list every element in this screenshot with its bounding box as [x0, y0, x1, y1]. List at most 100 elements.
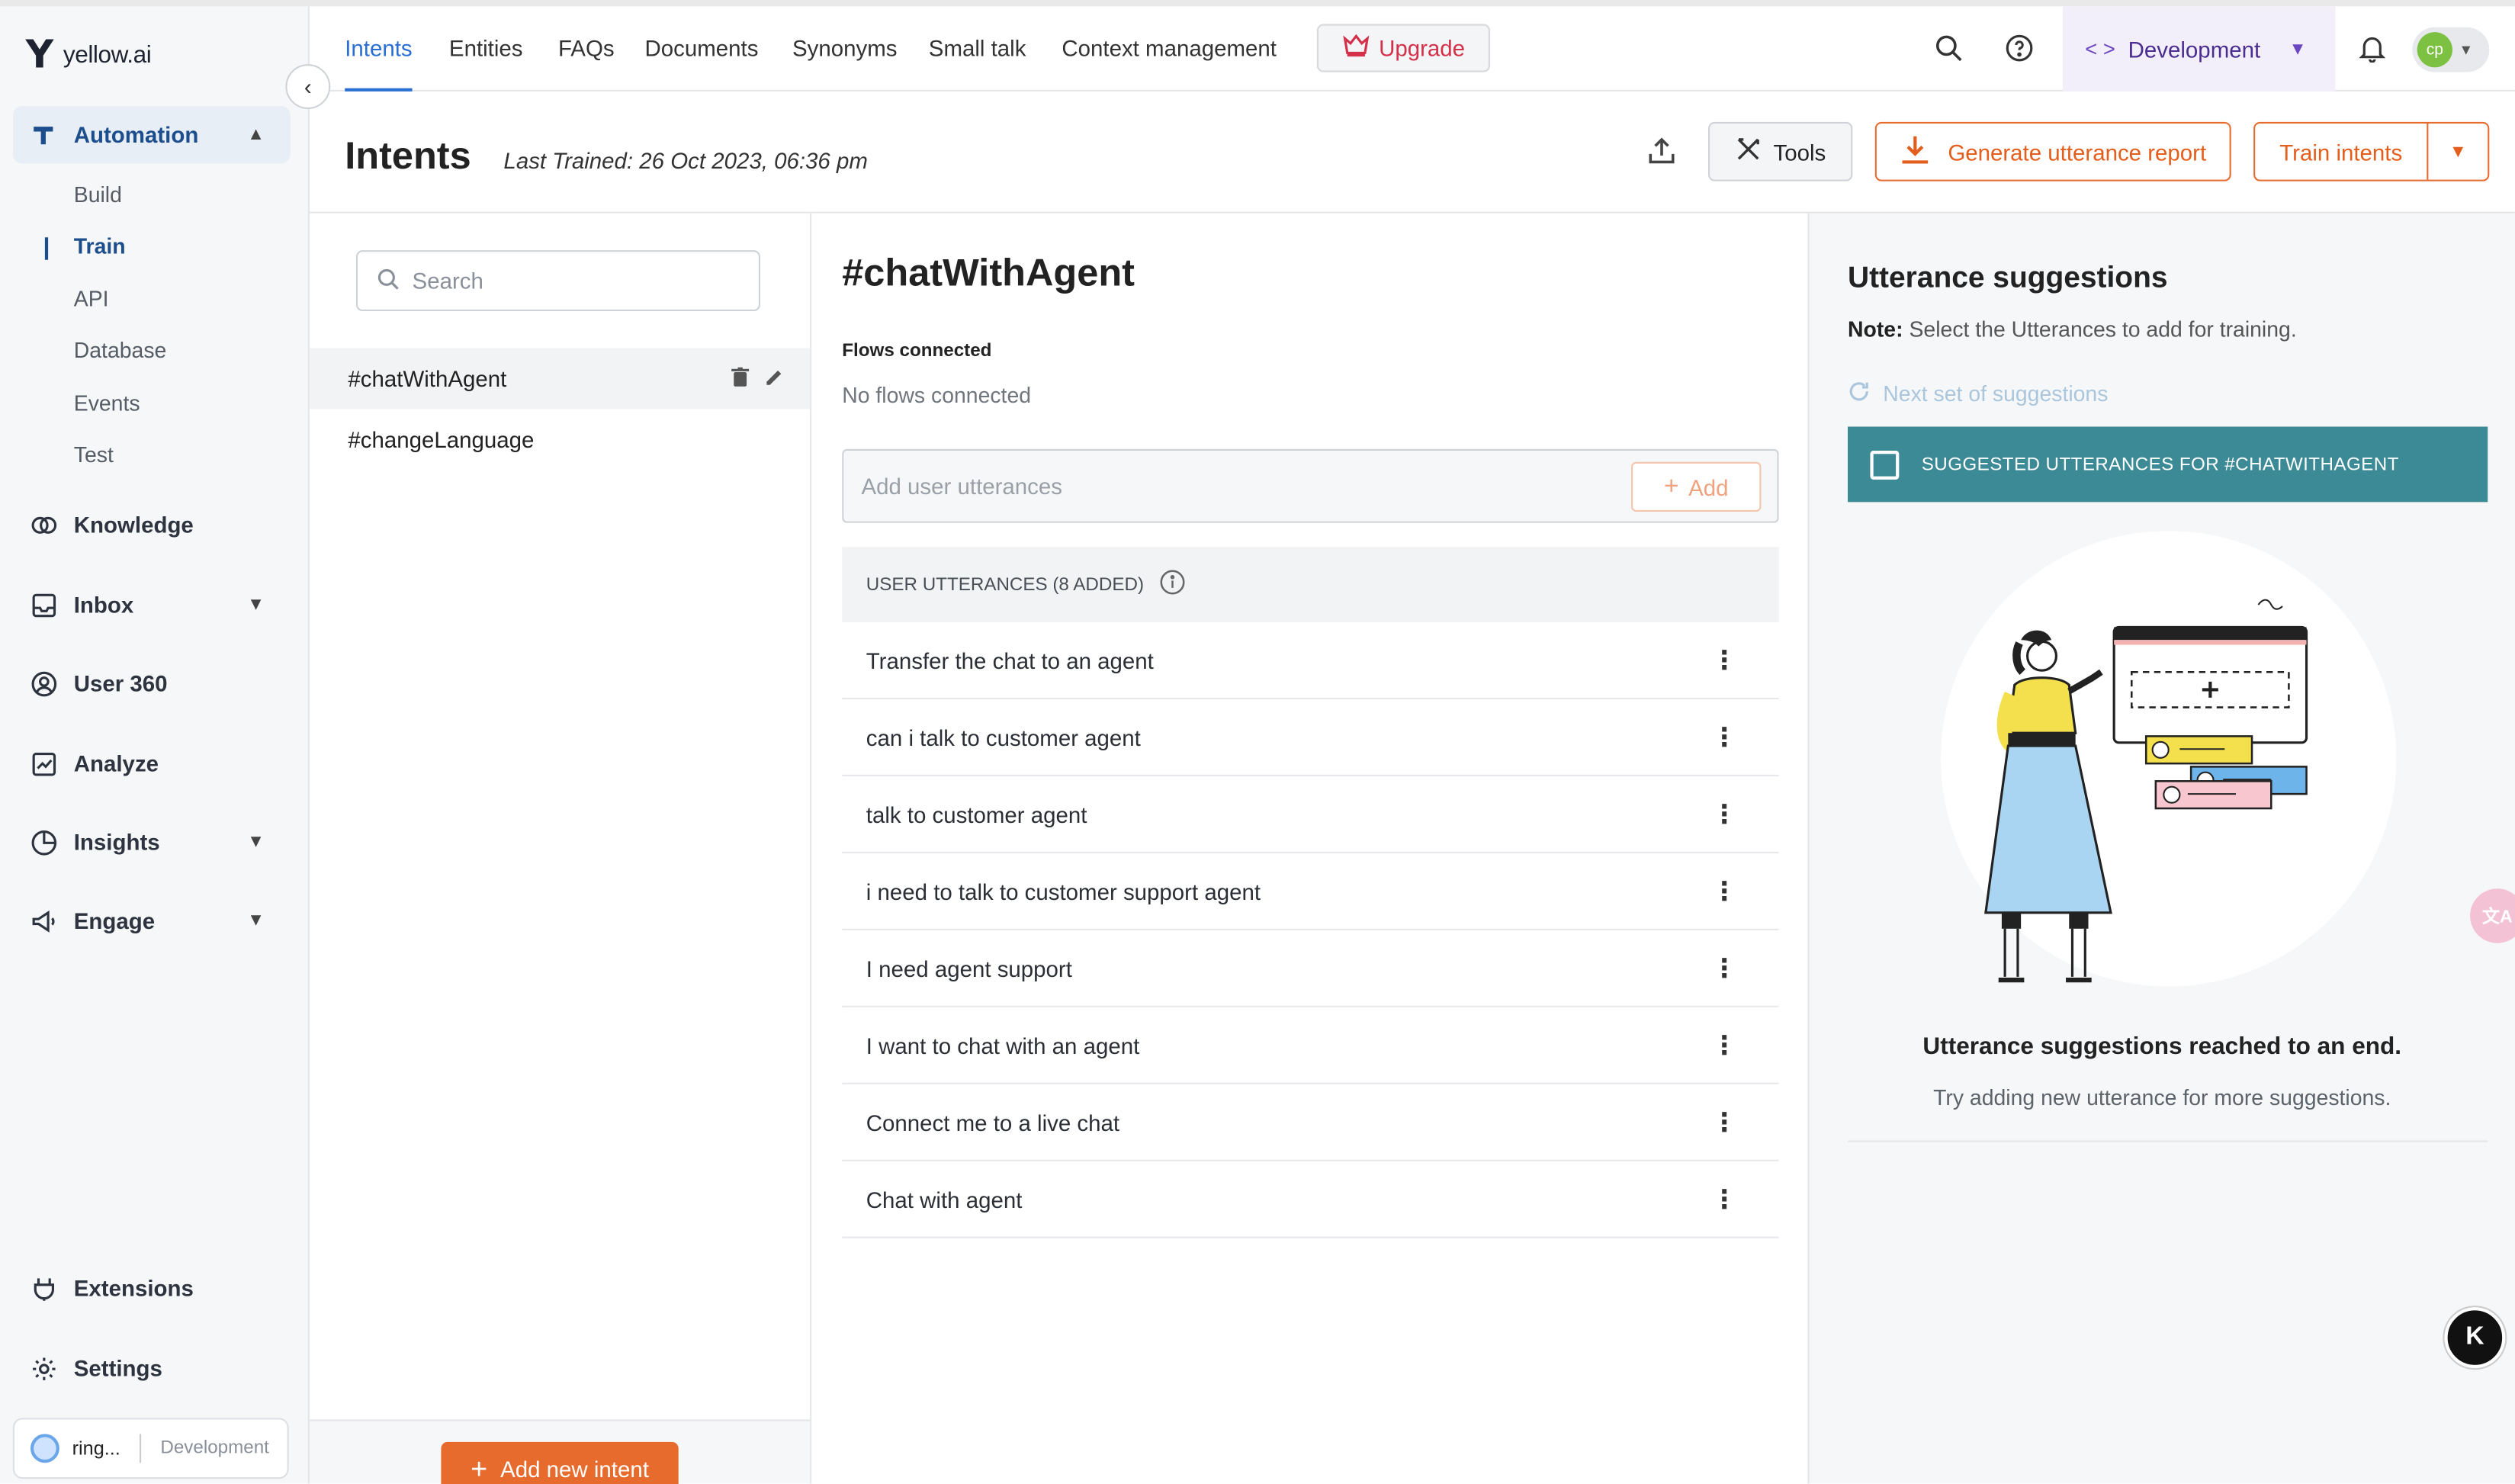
workspace-switcher[interactable]: ring... Development	[12, 1418, 289, 1479]
suggestions-title: Utterance suggestions	[1848, 259, 2168, 294]
tools-label: Tools	[1773, 138, 1826, 165]
more-vertical-icon[interactable]: ⋮	[1711, 798, 1737, 830]
search-placeholder: Search	[412, 268, 483, 294]
caret-down-icon: ▼	[2289, 39, 2307, 59]
table-row[interactable]: i need to talk to customer support agent…	[842, 853, 1779, 930]
more-vertical-icon[interactable]: ⋮	[1711, 1183, 1737, 1215]
sidebar-item-insights[interactable]: Insights ▼	[13, 813, 291, 871]
sidebar-item-label: Automation	[73, 121, 199, 148]
plug-icon	[29, 1274, 58, 1303]
table-row[interactable]: Transfer the chat to an agent ⋮	[842, 622, 1779, 700]
brand-logo[interactable]: Y yellow.ai	[26, 35, 152, 73]
trash-icon[interactable]	[731, 366, 750, 392]
sidebar-item-automation[interactable]: Automation ▲	[12, 105, 291, 164]
megaphone-icon	[29, 906, 58, 935]
tab-faqs[interactable]: FAQs	[558, 35, 615, 61]
more-vertical-icon[interactable]: ⋮	[1711, 1106, 1737, 1138]
sidebar-sub-events[interactable]: Events	[74, 391, 140, 416]
collapse-sidebar-button[interactable]: ‹	[285, 64, 331, 110]
tab-entities[interactable]: Entities	[449, 35, 523, 61]
sidebar-item-settings[interactable]: Settings	[13, 1339, 291, 1397]
tools-button[interactable]: Tools	[1708, 121, 1853, 181]
table-row[interactable]: I need agent support ⋮	[842, 930, 1779, 1007]
tab-synonyms[interactable]: Synonyms	[792, 35, 897, 61]
tab-documents[interactable]: Documents	[645, 35, 759, 61]
sidebar-item-label: Inbox	[73, 592, 134, 618]
tab-small-talk[interactable]: Small talk	[929, 35, 1026, 61]
sidebar-sub-test[interactable]: Test	[74, 443, 114, 467]
sidebar-item-knowledge[interactable]: Knowledge	[13, 496, 291, 554]
more-vertical-icon[interactable]: ⋮	[1711, 1029, 1737, 1061]
divider	[140, 1434, 142, 1463]
search-input[interactable]: Search	[355, 250, 760, 312]
environment-label: Development	[2128, 36, 2261, 62]
active-tab-indicator	[345, 88, 413, 92]
list-item[interactable]: #changeLanguage	[310, 409, 810, 470]
search-icon	[377, 267, 399, 294]
table-row[interactable]: talk to customer agent ⋮	[842, 776, 1779, 853]
more-vertical-icon[interactable]: ⋮	[1711, 875, 1737, 907]
sidebar-item-inbox[interactable]: Inbox ▼	[13, 576, 291, 634]
suggested-utterances-header: SUGGESTED UTTERANCES FOR #CHATWITHAGENT	[1848, 426, 2488, 503]
empty-state-illustration	[1938, 528, 2400, 990]
utterance-placeholder: Add user utterances	[861, 473, 1063, 499]
automation-icon	[29, 120, 58, 149]
more-vertical-icon[interactable]: ⋮	[1711, 644, 1737, 676]
next-suggestions-link[interactable]: Next set of suggestions	[1848, 380, 2108, 407]
intent-name: #chatWithAgent	[348, 365, 507, 392]
help-widget-icon[interactable]: K	[2444, 1307, 2506, 1369]
intent-detail-panel: #chatWithAgent Flows connected No flows …	[811, 213, 1810, 1484]
add-new-intent-label: Add new intent	[500, 1456, 649, 1482]
more-vertical-icon[interactable]: ⋮	[1711, 952, 1737, 984]
upgrade-label: Upgrade	[1379, 35, 1466, 61]
caret-down-icon[interactable]: ▼	[2428, 142, 2488, 161]
top-rule	[0, 0, 2515, 7]
environment-switcher[interactable]: < > Development ▼	[2062, 6, 2336, 92]
sidebar-item-label: Settings	[73, 1355, 162, 1381]
workspace-name: ring...	[72, 1437, 120, 1460]
chevron-left-icon: ‹	[304, 73, 312, 100]
train-intents-button[interactable]: Train intents ▼	[2253, 121, 2490, 181]
utterance-text: Connect me to a live chat	[866, 1109, 1120, 1135]
sidebar-sub-build[interactable]: Build	[74, 183, 122, 207]
generate-report-button[interactable]: Generate utterance report	[1874, 121, 2231, 181]
bell-icon[interactable]	[2355, 31, 2390, 66]
search-icon[interactable]	[1931, 31, 1966, 66]
sidebar-sub-database[interactable]: Database	[74, 339, 167, 363]
pencil-icon[interactable]	[765, 366, 784, 392]
add-utterance-button[interactable]: + Add	[1631, 461, 1762, 512]
table-row[interactable]: can i talk to customer agent ⋮	[842, 699, 1779, 776]
select-all-checkbox[interactable]	[1870, 449, 1900, 479]
chevron-down-icon: ▼	[2459, 41, 2474, 58]
tab-intents[interactable]: Intents	[345, 35, 412, 61]
table-row[interactable]: Connect me to a live chat ⋮	[842, 1084, 1779, 1161]
sidebar-item-user-360[interactable]: User 360	[13, 654, 291, 712]
workspace-env: Development	[160, 1438, 269, 1458]
sidebar-item-analyze[interactable]: Analyze	[13, 734, 291, 792]
yellow-logo-icon: Y	[25, 32, 54, 77]
sidebar-item-label: Knowledge	[73, 511, 194, 538]
add-utterance-input[interactable]: Add user utterances + Add	[842, 448, 1779, 523]
help-icon[interactable]	[2002, 31, 2037, 66]
flows-connected-value: No flows connected	[842, 383, 1032, 408]
chevron-down-icon: ▼	[247, 911, 265, 930]
info-icon[interactable]	[1160, 570, 1186, 600]
sidebar-item-engage[interactable]: Engage ▼	[13, 891, 291, 949]
table-row[interactable]: I want to chat with an agent ⋮	[842, 1007, 1779, 1084]
sidebar-item-extensions[interactable]: Extensions	[13, 1259, 291, 1317]
add-label: Add	[1688, 474, 1729, 500]
sidebar-sub-train[interactable]: Train	[44, 234, 126, 260]
sidebar-sub-api[interactable]: API	[74, 287, 109, 311]
user-menu[interactable]: cp ▼	[2412, 27, 2490, 72]
add-new-intent-button[interactable]: + Add new intent	[441, 1441, 679, 1484]
upload-icon[interactable]	[1646, 135, 1681, 170]
empty-state-title: Utterance suggestions reached to an end.	[1922, 1033, 2402, 1061]
tab-context-management[interactable]: Context management	[1062, 35, 1277, 61]
avatar: cp	[2417, 32, 2452, 68]
upgrade-button[interactable]: Upgrade	[1316, 24, 1490, 72]
download-icon	[1900, 133, 1932, 170]
list-item[interactable]: #chatWithAgent	[309, 348, 811, 410]
page-title: Intents	[345, 134, 471, 178]
more-vertical-icon[interactable]: ⋮	[1711, 721, 1737, 753]
table-row[interactable]: Chat with agent ⋮	[842, 1161, 1779, 1238]
